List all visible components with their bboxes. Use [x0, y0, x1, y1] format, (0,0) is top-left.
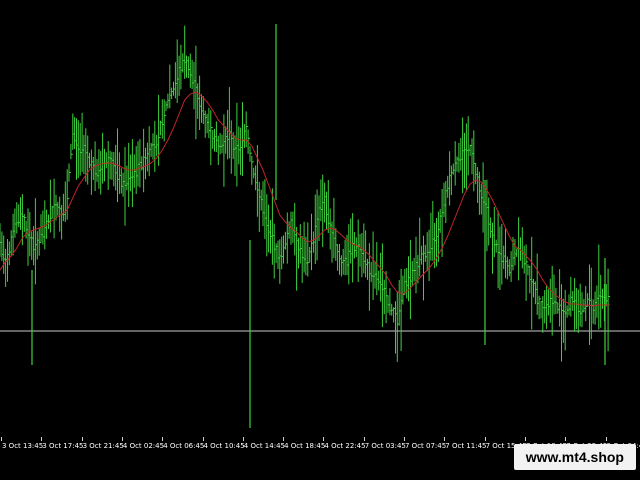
time-tick-mark: [484, 437, 486, 441]
time-tick-mark: [444, 437, 446, 441]
time-tick-label: 4 Oct 22:45: [324, 442, 366, 450]
price-chart[interactable]: [0, 0, 640, 437]
time-tick-label: 7 Oct 11:45: [445, 442, 487, 450]
time-tick-label: 7 Oct 07:45: [405, 442, 447, 450]
time-tick-mark: [323, 437, 325, 441]
watermark: www.mt4.shop: [513, 444, 636, 470]
time-tick-label: 4 Oct 02:45: [122, 442, 165, 450]
time-tick-label: 3 Oct 13:45: [2, 442, 44, 450]
time-tick-mark: [162, 437, 164, 441]
time-tick-label: 3 Oct 21:45: [82, 442, 124, 450]
time-tick-mark: [202, 437, 204, 441]
time-tick-label: 7 Oct 03:45: [364, 442, 406, 450]
time-tick-label: 4 Oct 14:45: [243, 442, 285, 450]
time-tick-mark: [524, 437, 526, 441]
time-tick-mark: [404, 437, 405, 441]
time-tick-mark: [1, 437, 2, 441]
time-tick-mark: [565, 437, 567, 441]
time-tick-mark: [81, 437, 83, 441]
time-tick-mark: [41, 437, 43, 441]
time-tick-mark: [605, 437, 607, 441]
chart-window[interactable]: 3 Oct 13:45 3 Oct 17:45 3 Oct 21:45 4 Oct 0…: [0, 0, 640, 480]
time-tick-label: 4 Oct 18:45: [284, 442, 326, 450]
time-tick-mark: [121, 437, 123, 441]
time-tick-mark: [283, 437, 285, 441]
time-tick-label: 3 Oct 17:45: [42, 442, 84, 450]
time-tick-label: 4 Oct 06:45: [163, 442, 205, 450]
price-bars: [0, 25, 611, 362]
time-tick-mark: [242, 437, 244, 441]
time-tick-mark: [363, 437, 365, 441]
time-tick-label: 4 Oct 10:45: [203, 442, 245, 450]
